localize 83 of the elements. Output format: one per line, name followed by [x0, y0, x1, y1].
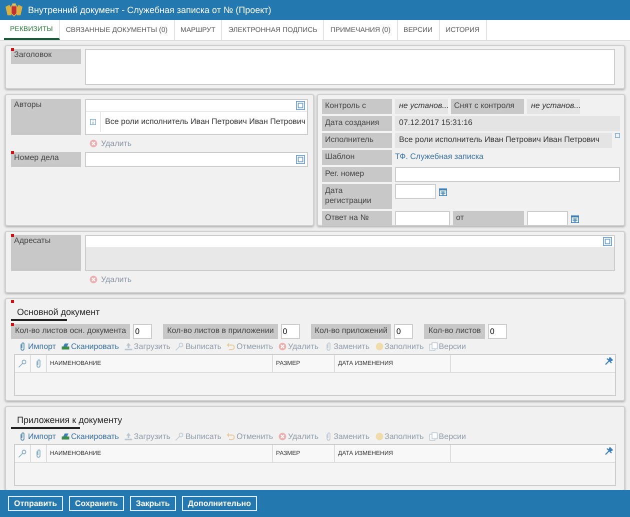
field-label: Рег. номер [322, 167, 392, 182]
undo-icon [226, 432, 236, 441]
field-label: Шаблон [322, 150, 392, 165]
scanner-icon [60, 432, 70, 441]
delete-icon [278, 342, 288, 351]
delete-link[interactable]: Удалить [89, 139, 132, 148]
calendar-icon[interactable] [571, 215, 579, 223]
count-field[interactable]: 0 [280, 324, 300, 339]
field-label: Кол-во приложений [310, 324, 392, 339]
reg-number-field[interactable] [395, 167, 620, 182]
key-icon [18, 449, 27, 458]
count-field[interactable]: 0 [133, 324, 152, 339]
field-value: Все роли исполнитель Иван Петрович Иван Петрович [395, 133, 612, 148]
undo-icon [226, 342, 236, 351]
window-title: Внутренний документ - Служебная записка от № (Проект) [28, 5, 272, 15]
field-label: Дата регистрации [322, 184, 392, 209]
reply-number-field[interactable] [395, 211, 450, 226]
required-mark [11, 234, 14, 237]
picker-icon[interactable] [296, 101, 305, 110]
field-label: Контроль с [322, 99, 392, 114]
template-link[interactable]: ТФ. Служебная записка [395, 150, 484, 163]
field-label: Кол-во листов осн. документа [11, 324, 130, 339]
field-label: Ответ на № [322, 211, 392, 226]
tools-icon[interactable] [604, 447, 613, 456]
field-label: Исполнитель [322, 133, 392, 148]
field-label: Снят с контроля [451, 99, 524, 114]
field-label: Номер дела [11, 152, 81, 167]
documents-icon [428, 432, 438, 441]
date-field[interactable] [527, 211, 568, 226]
count-field[interactable]: 0 [394, 324, 414, 339]
field-value: не установ... [527, 99, 580, 114]
key-icon [175, 432, 184, 441]
title-field[interactable] [85, 49, 615, 85]
required-mark [11, 300, 14, 303]
scanner-icon [60, 342, 70, 351]
field-label: Дата создания [322, 116, 392, 131]
info-icon [90, 119, 96, 125]
field-value: 07.12.2017 15:31:16 [395, 116, 620, 131]
toolbar-button[interactable]: Импорт [18, 342, 58, 351]
key-icon [175, 342, 184, 351]
footer-button[interactable]: Сохранить [68, 496, 124, 511]
required-mark [11, 323, 14, 326]
paperclip-icon [324, 342, 333, 351]
upload-icon [124, 432, 133, 441]
coin-icon [374, 342, 384, 351]
footer-button[interactable]: Дополнительно [182, 496, 257, 511]
key-icon [18, 359, 27, 368]
required-mark [11, 151, 14, 154]
calendar-icon[interactable] [439, 188, 447, 196]
documents-icon [428, 342, 438, 351]
field-value: не установ... [395, 99, 448, 114]
coin-icon [374, 432, 384, 441]
footer-button[interactable]: Отправить [8, 496, 63, 511]
section-title: Приложения к документу [17, 415, 122, 425]
footer-button[interactable]: Закрыть [130, 496, 176, 511]
field-label: Адресаты [11, 235, 81, 271]
upload-icon [124, 342, 133, 351]
field-label: Кол-во листов в приложении [163, 324, 278, 339]
info-icon [615, 133, 620, 138]
required-mark [11, 48, 14, 51]
delete-icon [278, 432, 288, 441]
count-field[interactable]: 0 [488, 324, 507, 339]
field-label: Авторы [11, 99, 81, 135]
picker-icon[interactable] [603, 237, 612, 246]
emblem-icon [4, 2, 24, 18]
field-label: от [453, 211, 524, 226]
toolbar-button[interactable]: Сканировать [60, 432, 121, 441]
toolbar-button[interactable]: Сканировать [60, 342, 121, 351]
date-field[interactable] [395, 184, 436, 199]
toolbar-button[interactable]: Импорт [18, 432, 58, 441]
field-label: Заголовок [11, 49, 81, 64]
section-title: Основной документ [17, 307, 100, 317]
picker-icon[interactable] [296, 155, 305, 164]
authors-list[interactable]: Все роли исполнитель Иван Петрович Иван Петрович [85, 99, 308, 135]
delete-link[interactable]: Удалить [89, 275, 132, 284]
tools-icon[interactable] [604, 357, 613, 366]
delete-icon [89, 139, 98, 148]
addressees-field[interactable] [85, 235, 615, 271]
author-item[interactable]: Все роли исполнитель Иван Петрович Иван Петрович [100, 112, 306, 132]
delete-icon [89, 275, 98, 284]
paperclip-icon [324, 432, 333, 441]
case-number-field[interactable] [85, 152, 308, 167]
field-label: Кол-во листов [424, 324, 485, 339]
